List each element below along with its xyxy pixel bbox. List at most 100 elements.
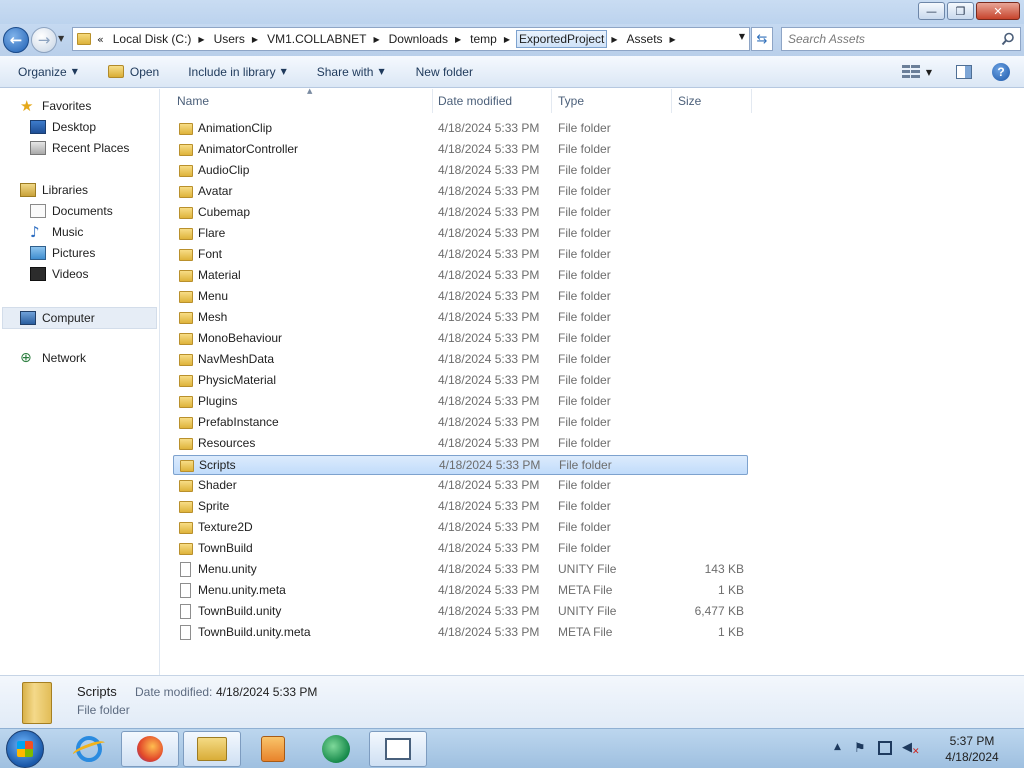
volume-icon[interactable]: ◀ (902, 740, 912, 755)
column-header: Name ▲ Date modified Type Size (161, 87, 1024, 113)
file-row[interactable]: TownBuild 4/18/2024 5:33 PM File folder (173, 539, 748, 559)
taskbar-media-player[interactable] (244, 731, 302, 767)
start-button[interactable] (6, 730, 44, 768)
nav-favorites[interactable]: ★ Favorites (20, 99, 91, 114)
file-row[interactable]: AudioClip 4/18/2024 5:33 PM File folder (173, 161, 748, 181)
file-row[interactable]: Material 4/18/2024 5:33 PM File folder (173, 266, 748, 286)
nav-videos[interactable]: Videos (30, 267, 88, 281)
file-row[interactable]: Shader 4/18/2024 5:33 PM File folder (173, 476, 748, 496)
address-history-dropdown[interactable]: ▼ (739, 32, 745, 41)
file-row[interactable]: Menu 4/18/2024 5:33 PM File folder (173, 287, 748, 307)
action-center-flag-icon[interactable]: ⚑ (854, 741, 866, 756)
navigation-pane: ★ Favorites Desktop Recent Places Librari… (0, 89, 160, 675)
forward-button[interactable]: → (31, 27, 57, 53)
nav-network[interactable]: ⊕ Network (20, 351, 86, 365)
clock[interactable]: 5:37 PM 4/18/2024 (930, 733, 1014, 765)
refresh-button[interactable]: ⇆ (751, 27, 773, 51)
file-row[interactable]: Texture2D 4/18/2024 5:33 PM File folder (173, 518, 748, 538)
file-name: AudioClip (198, 163, 250, 177)
maximize-button[interactable]: ❐ (947, 2, 974, 20)
recent-pages-dropdown[interactable]: ▼ (58, 34, 64, 43)
column-date-modified[interactable]: Date modified (432, 89, 552, 113)
search-box[interactable] (781, 27, 1021, 51)
view-dropdown-icon[interactable]: ▼ (926, 68, 932, 77)
file-row[interactable]: Menu.unity.meta 4/18/2024 5:33 PM META Fil… (173, 581, 748, 601)
breadcrumb-assets[interactable]: Assets (624, 30, 666, 48)
preview-pane-icon[interactable] (956, 65, 972, 79)
file-type: File folder (558, 163, 611, 177)
taskbar-internet-explorer[interactable] (60, 731, 118, 767)
breadcrumb-exportedproject[interactable]: ExportedProject (515, 30, 608, 48)
chevron-right-icon[interactable]: ▶ (252, 35, 258, 44)
folder-icon (179, 123, 193, 135)
file-date: 4/18/2024 5:33 PM (438, 520, 540, 534)
chevron-right-icon[interactable]: ▶ (455, 35, 461, 44)
back-button[interactable]: ← (3, 27, 29, 53)
taskbar-windows-explorer[interactable] (183, 731, 241, 767)
taskbar-app[interactable] (307, 731, 365, 767)
file-name: Menu (198, 289, 229, 303)
file-row[interactable]: Scripts 4/18/2024 5:33 PM File folder (173, 455, 748, 475)
address-bar[interactable]: « Local Disk (C:) ▶ Users ▶ VM1.COLLABNET ▶… (72, 27, 750, 51)
column-type[interactable]: Type (552, 89, 672, 113)
taskbar-firefox[interactable] (121, 731, 179, 767)
file-name: AnimationClip (198, 121, 273, 135)
include-in-library-button[interactable]: Include in library ▼ (188, 65, 287, 79)
chevron-right-icon[interactable]: ▶ (198, 35, 204, 44)
file-row[interactable]: Plugins 4/18/2024 5:33 PM File folder (173, 392, 748, 412)
file-row[interactable]: NavMeshData 4/18/2024 5:33 PM File folder (173, 350, 748, 370)
file-row[interactable]: TownBuild.unity.meta 4/18/2024 5:33 PM MET… (173, 623, 748, 643)
view-options-icon[interactable] (901, 65, 920, 79)
file-date: 4/18/2024 5:33 PM (438, 289, 540, 303)
file-row[interactable]: MonoBehaviour 4/18/2024 5:33 PM File folde… (173, 329, 748, 349)
nav-desktop[interactable]: Desktop (30, 120, 96, 134)
breadcrumb-users[interactable]: Users (211, 30, 248, 48)
chevron-down-icon: ▼ (71, 67, 78, 76)
file-row[interactable]: Menu.unity 4/18/2024 5:33 PM UNITY File 143… (173, 560, 748, 580)
column-size[interactable]: Size (672, 89, 752, 113)
folder-icon (179, 354, 193, 366)
nav-documents[interactable]: Documents (30, 204, 113, 218)
nav-recent-places[interactable]: Recent Places (30, 141, 129, 155)
network-status-icon[interactable] (878, 741, 892, 755)
file-row[interactable]: Avatar 4/18/2024 5:33 PM File folder (173, 182, 748, 202)
new-folder-button[interactable]: New folder (416, 65, 473, 79)
file-row[interactable]: PrefabInstance 4/18/2024 5:33 PM File fold… (173, 413, 748, 433)
breadcrumb-downloads[interactable]: Downloads (386, 30, 451, 48)
title-bar[interactable]: — ❐ ✕ (0, 0, 1024, 24)
nav-pictures[interactable]: Pictures (30, 246, 95, 260)
file-row[interactable]: PhysicMaterial 4/18/2024 5:33 PM File fold… (173, 371, 748, 391)
file-row[interactable]: TownBuild.unity 4/18/2024 5:33 PM UNITY Fi… (173, 602, 748, 622)
close-button[interactable]: ✕ (976, 2, 1020, 20)
open-button[interactable]: Open (107, 65, 159, 79)
share-with-button[interactable]: Share with ▼ (317, 65, 385, 79)
chevron-right-icon[interactable]: ▶ (504, 35, 510, 44)
file-name: Scripts (199, 458, 236, 472)
file-row[interactable]: Flare 4/18/2024 5:33 PM File folder (173, 224, 748, 244)
breadcrumb-temp[interactable]: temp (467, 30, 500, 48)
column-name[interactable]: Name ▲ (171, 87, 433, 113)
file-row[interactable]: Font 4/18/2024 5:33 PM File folder (173, 245, 748, 265)
chevron-right-icon[interactable]: ▶ (670, 35, 676, 44)
nav-computer[interactable]: Computer (2, 307, 157, 329)
nav-libraries[interactable]: Libraries (20, 183, 88, 197)
file-row[interactable]: Sprite 4/18/2024 5:33 PM File folder (173, 497, 748, 517)
show-hidden-icons-icon[interactable]: ▲ (834, 742, 841, 752)
file-row[interactable]: Resources 4/18/2024 5:33 PM File folder (173, 434, 748, 454)
nav-music[interactable]: ♪ Music (30, 225, 83, 240)
file-row[interactable]: AnimatorController 4/18/2024 5:33 PM File … (173, 140, 748, 160)
file-row[interactable]: Mesh 4/18/2024 5:33 PM File folder (173, 308, 748, 328)
breadcrumb-vm1-collabnet[interactable]: VM1.COLLABNET (264, 30, 369, 48)
organize-button[interactable]: Organize ▼ (18, 65, 78, 79)
file-row[interactable]: AnimationClip 4/18/2024 5:33 PM File folde… (173, 119, 748, 139)
breadcrumb-local-disk[interactable]: Local Disk (C:) (110, 30, 195, 48)
search-icon[interactable] (1001, 32, 1015, 46)
file-row[interactable]: Cubemap 4/18/2024 5:33 PM File folder (173, 203, 748, 223)
taskbar-document-app[interactable] (369, 731, 427, 767)
search-input[interactable] (788, 32, 988, 46)
chevron-right-icon[interactable]: ▶ (373, 35, 379, 44)
help-icon[interactable]: ? (992, 63, 1010, 81)
breadcrumb-overflow[interactable]: « (97, 33, 104, 46)
chevron-right-icon[interactable]: ▶ (611, 35, 617, 44)
minimize-button[interactable]: — (918, 2, 945, 20)
